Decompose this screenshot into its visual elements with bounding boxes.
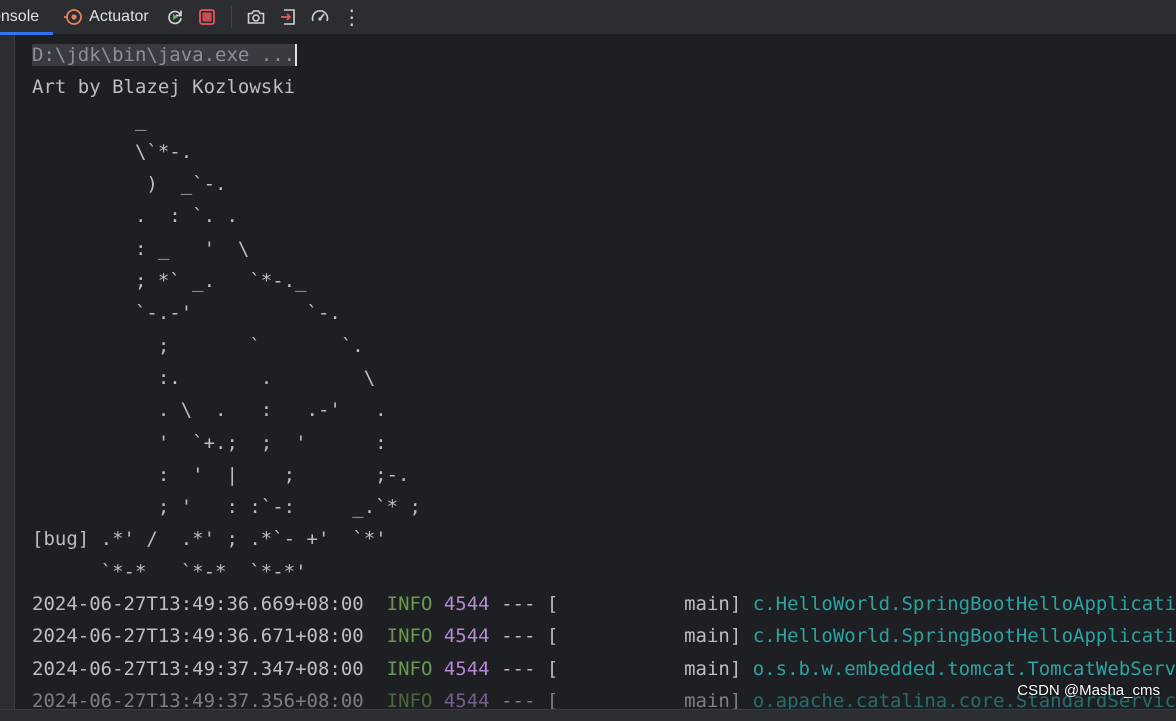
- tab-actuator[interactable]: Actuator: [63, 0, 159, 34]
- log-logger[interactable]: o.s.b.w.embedded.tomcat.TomcatWebServer: [753, 658, 1176, 680]
- log-separator: ---: [501, 625, 536, 648]
- exit-icon: [280, 9, 295, 25]
- log-pid: 4544: [443, 689, 490, 709]
- toolbar-divider: [230, 6, 232, 28]
- art-line: `*-* `*-* `*-*': [32, 560, 307, 583]
- art-line: ' `+.; ; ' :: [32, 431, 387, 454]
- stop-button[interactable]: [194, 4, 220, 30]
- rerun-icon: [167, 10, 182, 25]
- art-line: ; ' : :`-: _.`* ;: [32, 496, 421, 519]
- console-gutter: [0, 35, 15, 709]
- run-tool-window: onsole Actuator: [0, 0, 1176, 721]
- art-line: Art by Blazej Kozlowski: [32, 76, 296, 99]
- art-line: : _ ' \: [32, 237, 250, 260]
- camera-icon: [247, 10, 265, 24]
- console-output[interactable]: D:\jdk\bin\java.exe ... Art by Blazej Ko…: [0, 35, 1176, 709]
- log-pid: 4544: [443, 625, 490, 648]
- art-line: ) _`-.: [32, 173, 227, 196]
- art-line: ; *` _. `*-._: [32, 270, 307, 293]
- tab-console-label: onsole: [0, 8, 40, 25]
- log-thread: [ main]: [546, 657, 742, 680]
- art-line: ; ` `.: [32, 334, 364, 357]
- log-level: INFO: [386, 657, 433, 680]
- tab-console[interactable]: onsole: [0, 0, 54, 35]
- log-line: 2024-06-27T13:49:36.671+08:00 INFO 4544 …: [32, 620, 1176, 652]
- log-line: 2024-06-27T13:49:37.356+08:00 INFO 4544 …: [32, 685, 1176, 709]
- more-vertical-icon[interactable]: ⋮: [339, 4, 365, 30]
- gauge-icon: [311, 10, 329, 22]
- art-line: . \ . : .-' .: [32, 399, 387, 422]
- log-line: 2024-06-27T13:49:37.347+08:00 INFO 4544 …: [32, 653, 1176, 685]
- tab-actuator-label: Actuator: [89, 8, 149, 25]
- exit-button[interactable]: [275, 4, 301, 30]
- actuator-icon: [64, 9, 83, 25]
- status-bar: [0, 709, 1176, 721]
- log-timestamp: 2024-06-27T13:49:36.669+08:00: [32, 593, 364, 616]
- log-pid: 4544: [443, 593, 490, 616]
- screenshot-button[interactable]: [243, 4, 269, 30]
- log-thread: [ main]: [546, 593, 742, 616]
- log-timestamp: 2024-06-27T13:49:37.356+08:00: [32, 689, 364, 709]
- log-level: INFO: [386, 689, 433, 709]
- art-line: [bug] .*' / .*' ; .*`- +' `*': [32, 528, 387, 551]
- art-line: :. . \: [32, 366, 376, 389]
- log-level: INFO: [386, 593, 433, 616]
- log-timestamp: 2024-06-27T13:49:37.347+08:00: [32, 657, 364, 680]
- art-line: \`*-.: [32, 140, 193, 163]
- watermark: CSDN @Masha_cms: [1017, 682, 1160, 699]
- run-toolbar: onsole Actuator: [0, 0, 1176, 35]
- art-line: . : `. .: [32, 205, 238, 228]
- command-text[interactable]: D:\jdk\bin\java.exe ...: [32, 44, 298, 66]
- log-level: INFO: [386, 625, 433, 648]
- log-thread: [ main]: [546, 689, 742, 709]
- art-line: `-.-' `-.: [32, 302, 341, 325]
- profiler-button[interactable]: [307, 4, 333, 30]
- rerun-button[interactable]: [162, 4, 188, 30]
- log-separator: ---: [501, 657, 536, 680]
- log-logger[interactable]: c.HelloWorld.SpringBootHelloApplication: [753, 625, 1176, 647]
- log-line: 2024-06-27T13:49:36.669+08:00 INFO 4544 …: [32, 588, 1176, 620]
- art-line: : ' | ; ;-.: [32, 463, 410, 486]
- log-thread: [ main]: [546, 625, 742, 648]
- log-timestamp: 2024-06-27T13:49:36.671+08:00: [32, 625, 364, 648]
- log-separator: ---: [501, 689, 536, 709]
- command-line[interactable]: D:\jdk\bin\java.exe ...: [32, 39, 1176, 71]
- stop-icon: [198, 9, 215, 25]
- log-pid: 4544: [443, 657, 490, 680]
- log-separator: ---: [501, 593, 536, 616]
- console-lines: D:\jdk\bin\java.exe ... Art by Blazej Ko…: [32, 39, 1176, 709]
- art-line: _: [32, 108, 147, 131]
- log-logger[interactable]: c.HelloWorld.SpringBootHelloApplication: [753, 593, 1176, 615]
